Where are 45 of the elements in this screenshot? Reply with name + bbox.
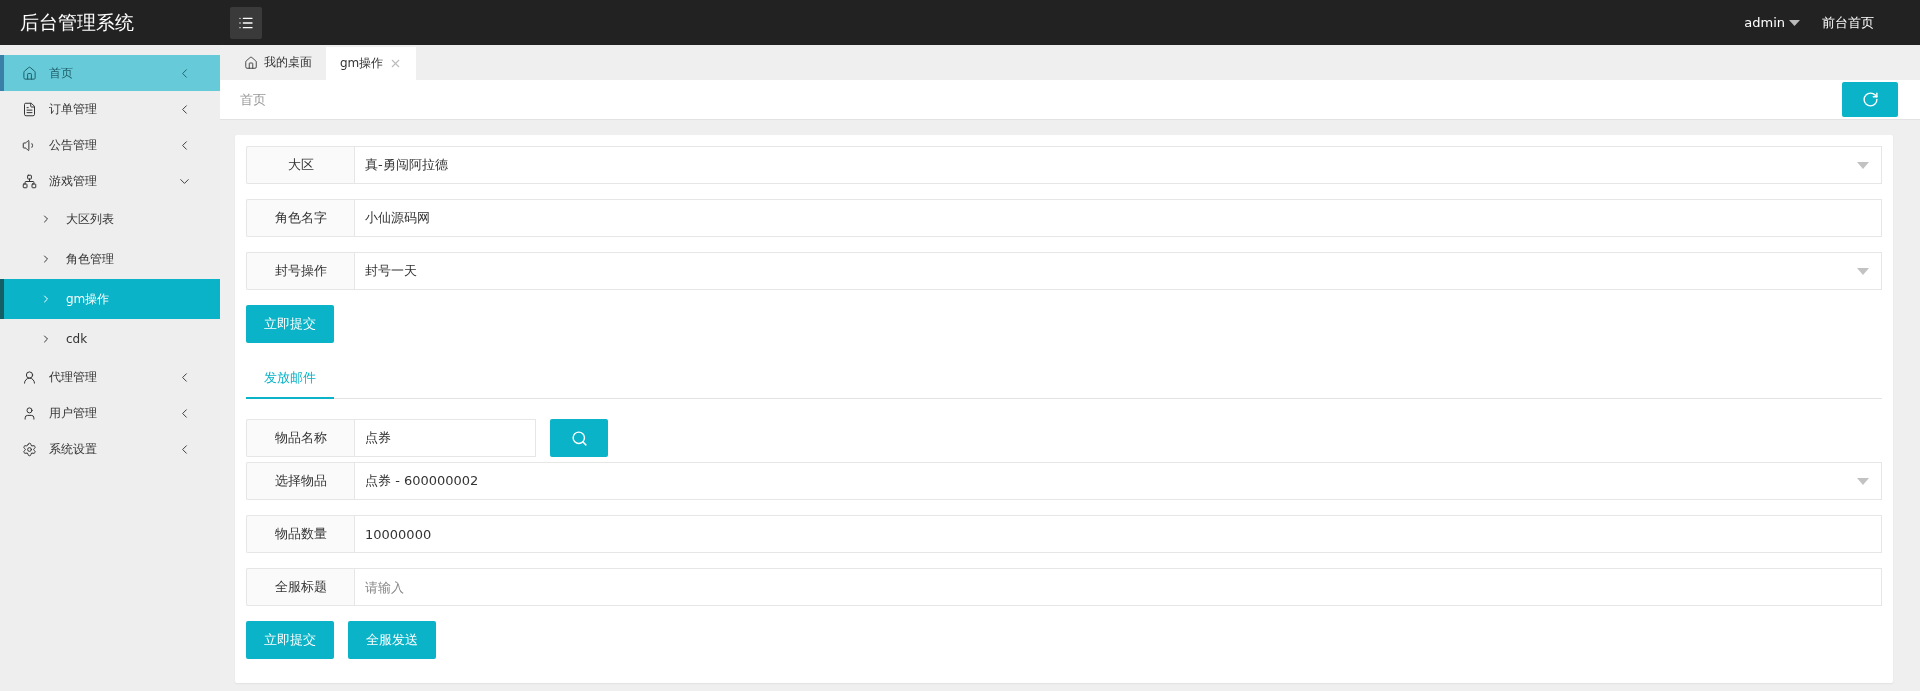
input-field[interactable]: 10000000 bbox=[354, 515, 1882, 553]
document-icon bbox=[22, 101, 37, 117]
hierarchy-icon bbox=[22, 173, 37, 189]
caret-icon bbox=[1789, 19, 1800, 26]
select-field[interactable]: 封号一天 bbox=[354, 252, 1882, 290]
search-button[interactable] bbox=[550, 419, 608, 457]
sidebar-item[interactable]: 用户管理 bbox=[0, 395, 220, 431]
search-icon bbox=[570, 429, 588, 447]
field-label: 角色名字 bbox=[246, 199, 354, 237]
field-label: 选择物品 bbox=[246, 462, 354, 500]
sidebar-item[interactable]: 代理管理 bbox=[0, 359, 220, 395]
sidebar-subitem[interactable]: cdk bbox=[0, 319, 220, 359]
home-icon bbox=[22, 65, 37, 81]
front-page-link[interactable]: 前台首页 bbox=[1822, 13, 1874, 32]
sidebar-subitem[interactable]: 角色管理 bbox=[0, 239, 220, 279]
refresh-icon bbox=[1861, 91, 1879, 108]
caret-icon bbox=[1857, 267, 1869, 275]
sidebar-item[interactable]: 系统设置 bbox=[0, 431, 220, 467]
field-label: 物品名称 bbox=[246, 419, 354, 457]
app-title: 后台管理系统 bbox=[20, 9, 135, 35]
page-tab[interactable]: gm操作 bbox=[326, 47, 417, 80]
input-field[interactable]: 请输入 bbox=[354, 568, 1882, 606]
sidebar-item[interactable]: 订单管理 bbox=[0, 91, 220, 127]
menu-button[interactable] bbox=[230, 6, 262, 39]
field-label: 大区 bbox=[246, 146, 354, 184]
sidebar-subitem[interactable]: 大区列表 bbox=[0, 199, 220, 239]
field-label: 封号操作 bbox=[246, 252, 354, 290]
user-badge-icon bbox=[22, 369, 37, 385]
sidebar-item[interactable]: 首页 bbox=[0, 55, 220, 91]
user-icon bbox=[22, 405, 37, 421]
field-label: 物品数量 bbox=[246, 515, 354, 553]
sidebar-item[interactable]: 游戏管理 bbox=[0, 163, 220, 199]
input-field[interactable]: 点券 bbox=[354, 419, 536, 457]
user-menu[interactable]: admin bbox=[1744, 15, 1800, 30]
select-field[interactable]: 点券 - 600000002 bbox=[354, 462, 1882, 500]
input-field[interactable]: 小仙源码网 bbox=[354, 199, 1882, 237]
sidebar-item[interactable]: 公告管理 bbox=[0, 127, 220, 163]
caret-icon bbox=[1857, 161, 1869, 169]
select-field[interactable]: 真-勇闯阿拉德 bbox=[354, 146, 1882, 184]
field-label: 全服标题 bbox=[246, 568, 354, 606]
page-tab[interactable]: 我的桌面 bbox=[230, 45, 326, 80]
settings-icon bbox=[22, 441, 37, 457]
caret-icon bbox=[1857, 477, 1869, 485]
refresh-button[interactable] bbox=[1842, 82, 1898, 117]
home-icon bbox=[244, 55, 258, 70]
